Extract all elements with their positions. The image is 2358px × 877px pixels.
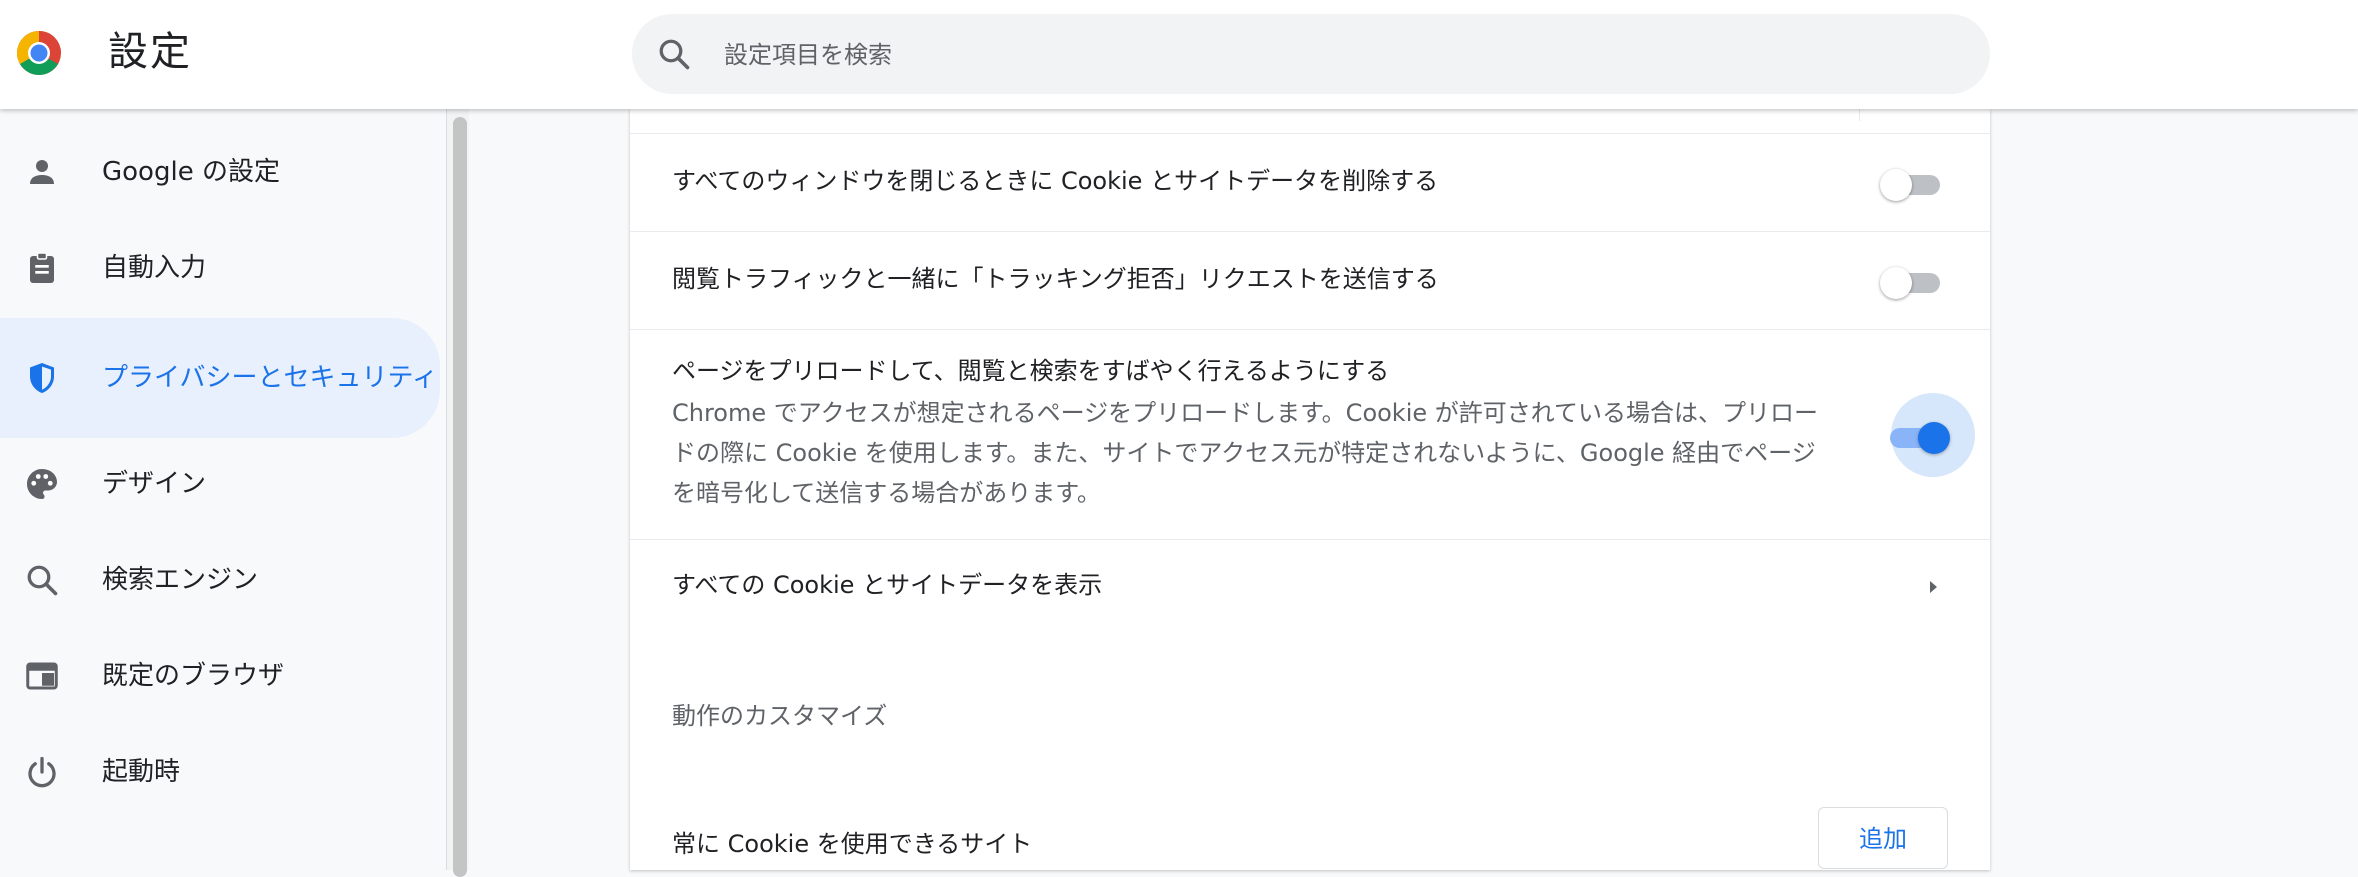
chevron-right-icon[interactable] bbox=[1923, 577, 1943, 597]
person-icon bbox=[30, 160, 54, 184]
do-not-track-toggle[interactable] bbox=[1880, 262, 1944, 299]
customize-section-title: 動作のカスタマイズ bbox=[672, 702, 888, 730]
page-title: 設定 bbox=[108, 29, 192, 75]
divider bbox=[1859, 109, 1860, 121]
clear-cookies-on-exit-toggle[interactable] bbox=[1880, 164, 1944, 201]
setting-row-do-not-track[interactable]: 閲覧トラフィックと一緒に「トラッキング拒否」リクエストを送信する bbox=[630, 231, 1990, 329]
setting-row-clear-cookies-on-exit[interactable]: すべてのウィンドウを閉じるときに Cookie とサイトデータを削除する bbox=[630, 133, 1990, 231]
toggle-knob bbox=[1880, 267, 1912, 299]
search-input[interactable] bbox=[722, 32, 1926, 78]
search-icon bbox=[27, 565, 58, 596]
sidebar-item-google-settings[interactable]: Google の設定 bbox=[0, 124, 440, 220]
search-box[interactable] bbox=[632, 14, 1990, 94]
top-bar: 設定 bbox=[0, 0, 2358, 109]
sidebar-item-autofill[interactable]: 自動入力 bbox=[0, 220, 440, 316]
palette-icon bbox=[27, 469, 57, 499]
sidebar-nav: Google の設定 自動入力 プライバシーとセキュリティ デザイン 検索エンジ… bbox=[0, 109, 445, 870]
setting-label: すべてのウィンドウを閉じるときに Cookie とサイトデータを削除する bbox=[672, 167, 1439, 195]
sidebar-item-label: 自動入力 bbox=[102, 253, 207, 283]
view-all-cookies-link[interactable]: すべての Cookie とサイトデータを表示 bbox=[672, 567, 1102, 603]
shield-icon bbox=[30, 363, 54, 393]
setting-label: 閲覧トラフィックと一緒に「トラッキング拒否」リクエストを送信する bbox=[672, 265, 1439, 293]
search-icon[interactable] bbox=[656, 36, 692, 72]
sidebar-item-label: プライバシーとセキュリティ bbox=[102, 363, 438, 393]
browser-window-icon bbox=[26, 662, 58, 690]
clipboard-icon bbox=[30, 252, 54, 283]
sidebar-item-label: Google の設定 bbox=[102, 157, 280, 187]
sidebar-item-label: 既定のブラウザ bbox=[102, 661, 285, 691]
sidebar-item-label: 起動時 bbox=[102, 757, 181, 787]
sidebar-item-appearance[interactable]: デザイン bbox=[0, 436, 440, 532]
sidebar-item-privacy-security[interactable]: プライバシーとセキュリティ bbox=[0, 318, 440, 438]
sidebar-item-on-startup[interactable]: 起動時 bbox=[0, 724, 440, 820]
sidebar-item-label: 検索エンジン bbox=[102, 565, 259, 595]
sidebar-scrollbar[interactable] bbox=[446, 109, 469, 877]
scrollbar-thumb[interactable] bbox=[453, 117, 467, 877]
toggle-knob bbox=[1918, 422, 1950, 454]
sidebar-item-label: デザイン bbox=[102, 469, 207, 499]
setting-row-view-all-cookies[interactable]: すべての Cookie とサイトデータを表示 bbox=[630, 539, 1990, 634]
sidebar-item-search-engine[interactable]: 検索エンジン bbox=[0, 532, 440, 628]
setting-description: Chrome でアクセスが想定されるページをプリロードします。Cookie が許… bbox=[672, 399, 1819, 507]
sidebar-item-default-browser[interactable]: 既定のブラウザ bbox=[0, 628, 440, 724]
setting-row-preload-pages[interactable]: ページをプリロードして、閲覧と検索をすばやく行えるようにする Chrome でア… bbox=[630, 329, 1990, 539]
chrome-logo-icon bbox=[17, 31, 61, 75]
add-site-button[interactable]: 追加 bbox=[1818, 807, 1948, 869]
always-allow-sites-label: 常に Cookie を使用できるサイト bbox=[672, 830, 1033, 858]
privacy-settings-card: すべてのウィンドウを閉じるときに Cookie とサイトデータを削除する 閲覧ト… bbox=[630, 109, 1990, 870]
toggle-knob bbox=[1880, 169, 1912, 201]
setting-label: ページをプリロードして、閲覧と検索をすばやく行えるようにする bbox=[672, 357, 1390, 385]
power-icon bbox=[28, 756, 56, 788]
preload-pages-toggle[interactable] bbox=[1886, 417, 1950, 454]
